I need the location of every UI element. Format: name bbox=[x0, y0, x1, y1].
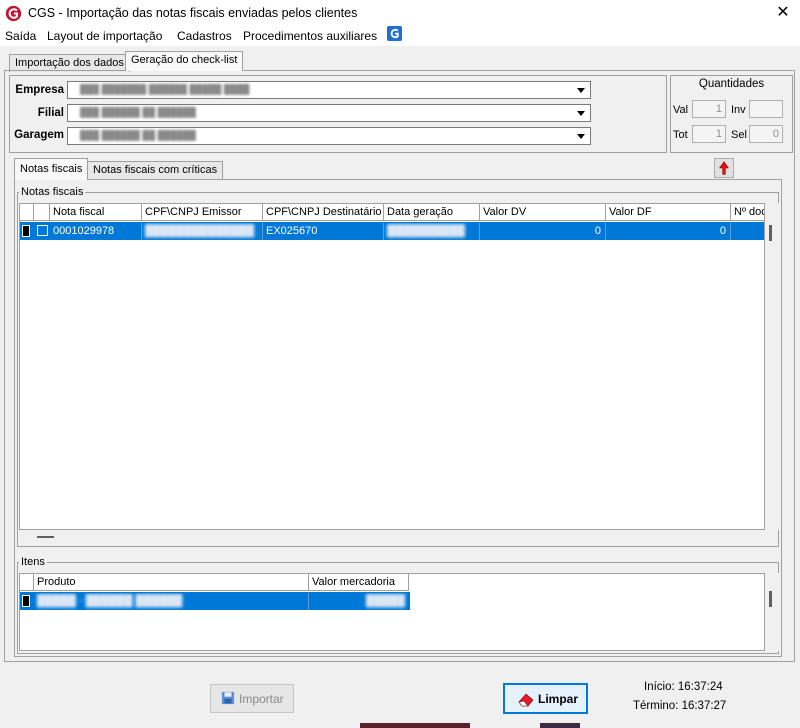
grid-indicator-header bbox=[20, 574, 34, 591]
brand-logo-icon[interactable] bbox=[387, 26, 402, 41]
chevron-down-icon[interactable] bbox=[574, 129, 589, 143]
row-indicator bbox=[22, 225, 30, 237]
itens-group-title: Itens bbox=[19, 556, 47, 568]
eraser-icon bbox=[517, 691, 535, 707]
col-valor-df[interactable]: Valor DF bbox=[606, 204, 731, 221]
table-row[interactable]: █████ - ██████ ██████ █████ bbox=[20, 592, 410, 610]
scrollbar-thumb[interactable] bbox=[769, 591, 772, 607]
chevron-down-icon[interactable] bbox=[574, 106, 589, 120]
table-row[interactable]: 0001029978 ██████████████ EX025670 █████… bbox=[20, 222, 764, 240]
sel-count: 0 bbox=[749, 125, 783, 143]
cell-numero-doc bbox=[731, 223, 764, 240]
notas-fiscais-group-title: Notas fiscais bbox=[19, 186, 86, 198]
garagem-value: ███ ██████ ██ ██████ bbox=[80, 130, 196, 140]
row-indicator bbox=[22, 595, 30, 607]
empresa-value: ███ ███████ ██████ █████ ████ bbox=[80, 84, 250, 94]
filial-value: ███ ██████ ██ ██████ bbox=[80, 107, 196, 117]
importar-label: Importar bbox=[239, 692, 284, 706]
limpar-label: Limpar bbox=[538, 692, 579, 706]
inicio-time: Início: 16:37:24 bbox=[644, 681, 723, 693]
sel-label: Sel bbox=[731, 129, 747, 141]
notas-horizontal-scrollbar[interactable] bbox=[19, 530, 765, 544]
menu-layout-importacao[interactable]: Layout de importação bbox=[47, 28, 162, 46]
col-produto[interactable]: Produto bbox=[34, 574, 309, 591]
grid-check-header bbox=[34, 204, 50, 221]
cell-cpf-destinatario: EX025670 bbox=[263, 223, 384, 240]
filial-label: Filial bbox=[37, 107, 64, 119]
cell-valor-mercadoria: █████ bbox=[366, 595, 405, 607]
cell-nota-fiscal: 0001029978 bbox=[50, 223, 142, 240]
itens-grid[interactable]: Produto Valor mercadoria █████ - ██████ … bbox=[19, 573, 765, 651]
col-numero-doc[interactable]: Nº doc bbox=[731, 204, 764, 221]
tab-geracao-check-list[interactable]: Geração do check-list bbox=[125, 51, 244, 71]
cell-data-geracao: ██████████ bbox=[384, 223, 480, 240]
tab-notas-fiscais[interactable]: Notas fiscais bbox=[14, 158, 89, 180]
menu-saida[interactable]: Saída bbox=[5, 28, 36, 46]
move-up-button[interactable] bbox=[714, 158, 734, 178]
garagem-select[interactable]: ███ ██████ ██ ██████ bbox=[67, 127, 591, 145]
garagem-label: Garagem bbox=[14, 129, 64, 141]
grid-indicator-header bbox=[20, 204, 34, 221]
scrollbar-thumb[interactable] bbox=[37, 536, 54, 538]
empresa-label: Empresa bbox=[15, 84, 64, 96]
col-cpf-cnpj-destinatario[interactable]: CPF\CNPJ Destinatário bbox=[263, 204, 384, 221]
notas-vertical-scrollbar[interactable] bbox=[765, 203, 779, 530]
save-icon bbox=[221, 691, 235, 705]
window-title: CGS - Importação das notas fiscais envia… bbox=[28, 6, 358, 20]
inv-label: Inv bbox=[731, 104, 746, 116]
quantidades-title: Quantidades bbox=[698, 78, 765, 90]
chevron-down-icon[interactable] bbox=[574, 83, 589, 97]
col-valor-mercadoria[interactable]: Valor mercadoria bbox=[309, 574, 409, 591]
arrow-up-icon bbox=[718, 161, 730, 175]
app-logo-icon bbox=[5, 5, 22, 22]
inv-count bbox=[749, 100, 783, 118]
row-checkbox[interactable] bbox=[37, 225, 48, 236]
cell-produto: █████ - ██████ ██████ bbox=[34, 593, 309, 610]
cell-valor-df: 0 bbox=[606, 223, 731, 240]
close-button[interactable]: ✕ bbox=[770, 1, 796, 25]
val-label: Val bbox=[673, 104, 689, 116]
col-data-geracao[interactable]: Data geração bbox=[384, 204, 480, 221]
menu-procedimentos-auxiliares[interactable]: Procedimentos auxiliares bbox=[243, 28, 377, 46]
itens-vertical-scrollbar[interactable] bbox=[765, 573, 779, 651]
empresa-select[interactable]: ███ ███████ ██████ █████ ████ bbox=[67, 81, 591, 99]
taskbar-fragment bbox=[540, 723, 580, 728]
limpar-button[interactable]: Limpar bbox=[503, 683, 588, 714]
importar-button[interactable]: Importar bbox=[210, 684, 294, 713]
col-valor-dv[interactable]: Valor DV bbox=[480, 204, 606, 221]
col-nota-fiscal[interactable]: Nota fiscal bbox=[50, 204, 142, 221]
termino-time: Término: 16:37:27 bbox=[633, 700, 727, 712]
tot-count: 1 bbox=[692, 125, 726, 143]
filial-select[interactable]: ███ ██████ ██ ██████ bbox=[67, 104, 591, 122]
notas-fiscais-grid[interactable]: Nota fiscal CPF\CNPJ Emissor CPF\CNPJ De… bbox=[19, 203, 765, 530]
val-count: 1 bbox=[692, 100, 726, 118]
taskbar-fragment bbox=[360, 723, 470, 728]
tab-notas-fiscais-criticas[interactable]: Notas fiscais com críticas bbox=[87, 161, 224, 180]
col-cpf-cnpj-emissor[interactable]: CPF\CNPJ Emissor bbox=[142, 204, 263, 221]
tot-label: Tot bbox=[673, 129, 688, 141]
scrollbar-thumb[interactable] bbox=[769, 225, 772, 241]
cell-cpf-emissor: ██████████████ bbox=[142, 223, 263, 240]
menu-cadastros[interactable]: Cadastros bbox=[177, 28, 232, 46]
cell-valor-dv: 0 bbox=[480, 223, 606, 240]
